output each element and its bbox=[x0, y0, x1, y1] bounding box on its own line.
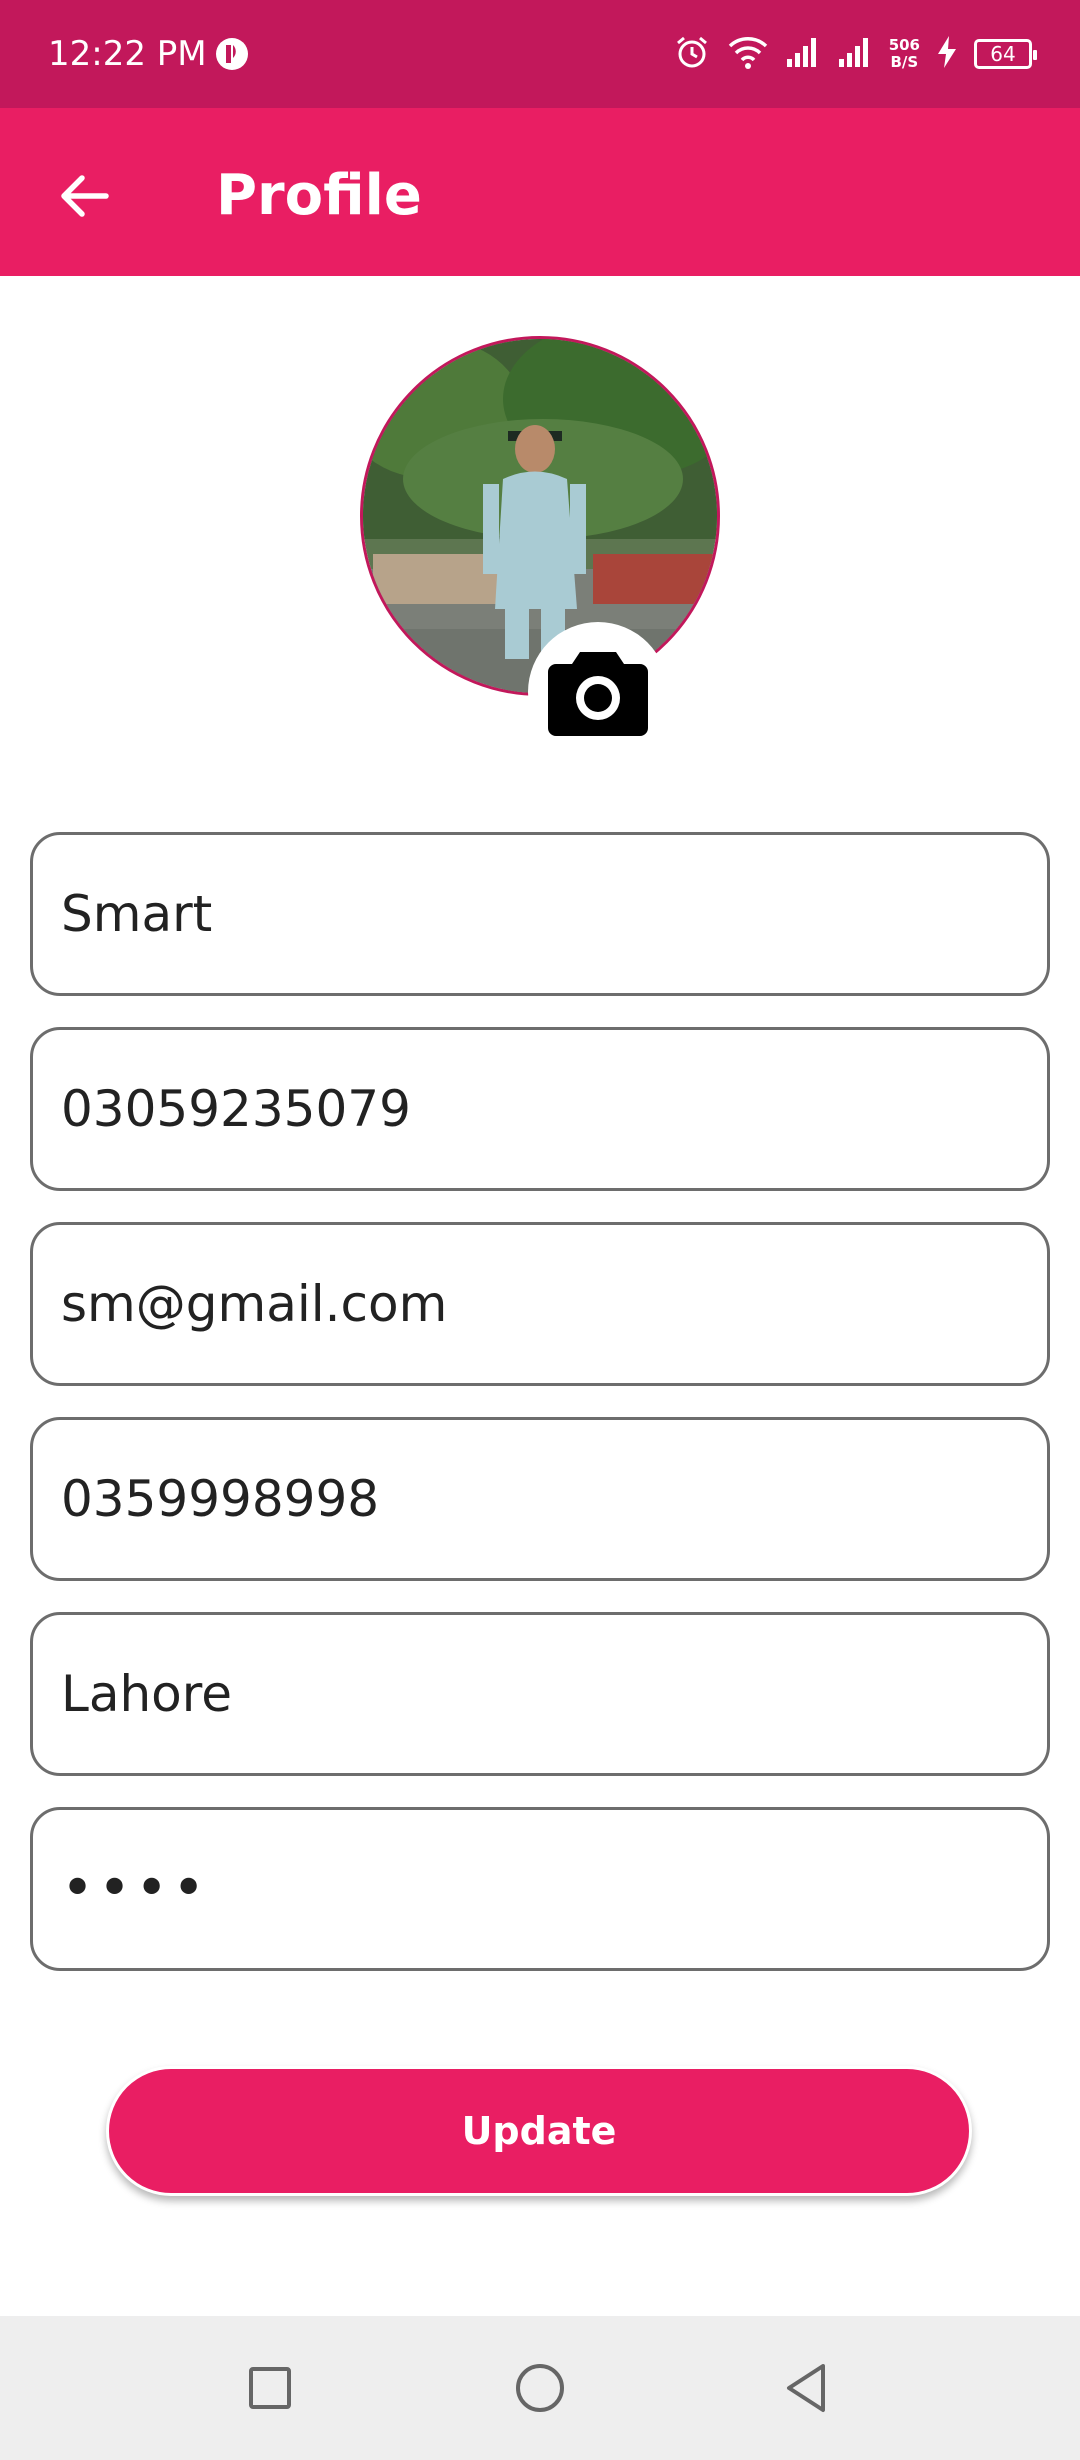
alt-phone-input[interactable] bbox=[61, 1470, 1047, 1528]
page-title: Profile bbox=[216, 163, 422, 228]
name-field[interactable] bbox=[30, 832, 1050, 996]
network-speed: 506 B/S bbox=[889, 37, 920, 71]
alarm-icon bbox=[673, 33, 711, 76]
recent-apps-icon bbox=[249, 2367, 291, 2409]
network-speed-unit: B/S bbox=[890, 53, 919, 71]
signal-icon bbox=[837, 35, 873, 74]
battery-level: 64 bbox=[990, 42, 1016, 66]
person-photo bbox=[363, 339, 717, 693]
status-bar: 12:22 PM 506 B/S 64 bbox=[0, 0, 1080, 108]
city-field[interactable] bbox=[30, 1612, 1050, 1776]
arrow-left-icon bbox=[61, 175, 109, 217]
home-icon bbox=[516, 2364, 564, 2412]
alt-phone-field[interactable] bbox=[30, 1417, 1050, 1581]
update-button[interactable]: Update bbox=[106, 2066, 972, 2196]
charging-icon bbox=[936, 35, 958, 74]
password-input[interactable]: •••• bbox=[61, 1861, 209, 1917]
status-time: 12:22 PM bbox=[48, 34, 207, 74]
recent-apps-button[interactable] bbox=[242, 2360, 298, 2416]
wifi-icon bbox=[727, 34, 769, 75]
name-input[interactable] bbox=[61, 885, 1047, 943]
signal-icon bbox=[785, 35, 821, 74]
system-back-button[interactable] bbox=[778, 2360, 834, 2416]
network-speed-value: 506 bbox=[888, 36, 920, 54]
back-button[interactable] bbox=[52, 164, 116, 228]
phone-input[interactable] bbox=[61, 1080, 1047, 1138]
password-field[interactable]: •••• bbox=[30, 1807, 1050, 1971]
profile-avatar[interactable] bbox=[360, 336, 720, 696]
status-icons: 506 B/S 64 bbox=[673, 30, 1037, 78]
email-field[interactable] bbox=[30, 1222, 1050, 1386]
app-notification-icon bbox=[214, 36, 250, 72]
camera-icon bbox=[548, 652, 648, 736]
home-button[interactable] bbox=[512, 2360, 568, 2416]
email-input[interactable] bbox=[61, 1275, 1047, 1333]
change-photo-button[interactable] bbox=[528, 622, 668, 762]
navigation-bar bbox=[0, 2316, 1080, 2460]
back-triangle-icon bbox=[787, 2364, 825, 2412]
app-bar: Profile bbox=[0, 108, 1080, 276]
phone-field[interactable] bbox=[30, 1027, 1050, 1191]
city-input[interactable] bbox=[61, 1665, 1047, 1723]
battery-icon: 64 bbox=[974, 39, 1037, 69]
